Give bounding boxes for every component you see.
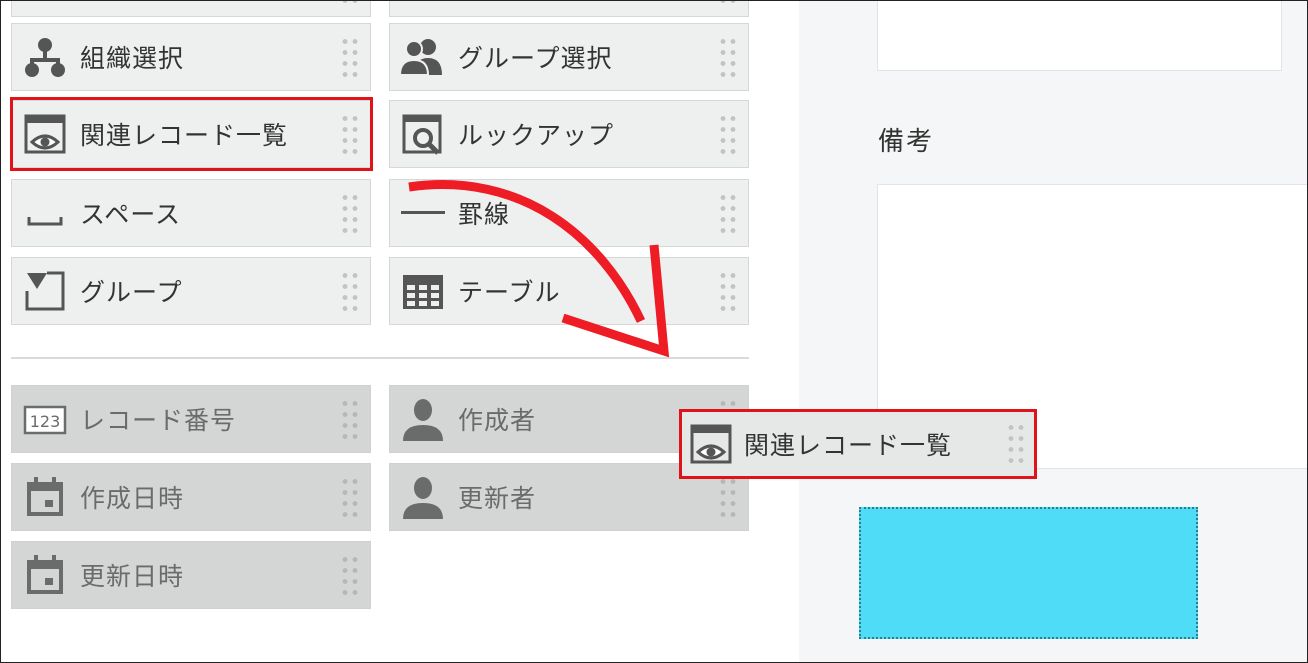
table-grid-icon <box>400 268 446 314</box>
palette-item-label: 作成日時 <box>80 484 185 513</box>
palette-item-label: 罫線 <box>458 200 511 229</box>
palette-item-label: スペース <box>80 200 182 229</box>
magnifier-window-icon <box>400 111 446 157</box>
palette-item-label: グループ選択 <box>458 44 613 73</box>
drag-grip[interactable] <box>718 192 738 236</box>
palette-item-org-select[interactable]: 組織選択 <box>11 23 371 91</box>
palette-divider <box>11 357 749 359</box>
palette-item-label: 組織選択 <box>80 44 185 73</box>
group-corner-icon <box>22 268 68 314</box>
drag-grip[interactable] <box>718 36 738 80</box>
palette-item-table[interactable]: テーブル <box>389 257 749 325</box>
form-field-box-top[interactable] <box>877 1 1282 71</box>
drag-item-label: 関連レコード一覧 <box>744 431 953 460</box>
drag-grip[interactable] <box>340 554 360 598</box>
drop-target-placeholder <box>859 507 1198 639</box>
drag-grip[interactable] <box>340 398 360 442</box>
calendar-icon <box>22 474 68 520</box>
palette-item-label: ルックアップ <box>458 121 615 150</box>
drag-grip[interactable] <box>340 192 360 236</box>
selection-highlight <box>10 97 373 171</box>
drag-grip[interactable] <box>340 476 360 520</box>
svg-text:123: 123 <box>30 412 61 431</box>
palette-item-line[interactable]: 罫線 <box>389 179 749 247</box>
palette-item-label: テーブル <box>458 278 561 307</box>
org-chart-icon <box>22 34 68 80</box>
palette-item-label: 更新日時 <box>80 562 185 591</box>
palette-item-group-select[interactable]: グループ選択 <box>389 23 749 91</box>
drag-grip[interactable] <box>1006 422 1026 468</box>
palette-item-partial-right[interactable] <box>389 1 749 17</box>
palette-item-space[interactable]: スペース <box>11 179 371 247</box>
remarks-field-label: 備考 <box>878 127 935 157</box>
palette-item-lookup[interactable]: ルックアップ <box>389 100 749 168</box>
palette-item-label: グループ <box>80 278 183 307</box>
drag-grip[interactable] <box>340 1 360 6</box>
drag-grip[interactable] <box>340 36 360 80</box>
palette-item-created-datetime[interactable]: 作成日時 <box>11 463 371 531</box>
palette-item-label: 更新者 <box>458 484 537 513</box>
drag-grip[interactable] <box>718 1 738 6</box>
drag-grip[interactable] <box>718 476 738 520</box>
calendar-icon <box>22 552 68 598</box>
horizontal-line-icon <box>400 190 446 236</box>
palette-item-updated-datetime[interactable]: 更新日時 <box>11 541 371 609</box>
space-bracket-icon <box>22 190 68 236</box>
palette-item-record-number[interactable]: 123 レコード番号 <box>11 385 371 453</box>
palette-item-label: 作成者 <box>458 406 537 435</box>
form-editor: 組織選択 グループ選択 関連レコード一覧 ルックアップ スペース 罫線 グループ… <box>0 0 1308 663</box>
dragging-related-records[interactable]: 関連レコード一覧 <box>679 409 1037 479</box>
number-123-icon: 123 <box>22 396 68 442</box>
users-icon <box>400 34 446 80</box>
field-palette: 組織選択 グループ選択 関連レコード一覧 ルックアップ スペース 罫線 グループ… <box>1 1 799 662</box>
window-eye-icon <box>688 421 734 467</box>
drag-grip[interactable] <box>718 270 738 314</box>
person-icon <box>400 396 446 442</box>
drag-grip[interactable] <box>340 270 360 314</box>
palette-item-label: レコード番号 <box>80 406 237 435</box>
drag-grip[interactable] <box>718 113 738 157</box>
palette-item-group[interactable]: グループ <box>11 257 371 325</box>
person-icon <box>400 474 446 520</box>
palette-item-partial-left[interactable] <box>11 1 371 17</box>
